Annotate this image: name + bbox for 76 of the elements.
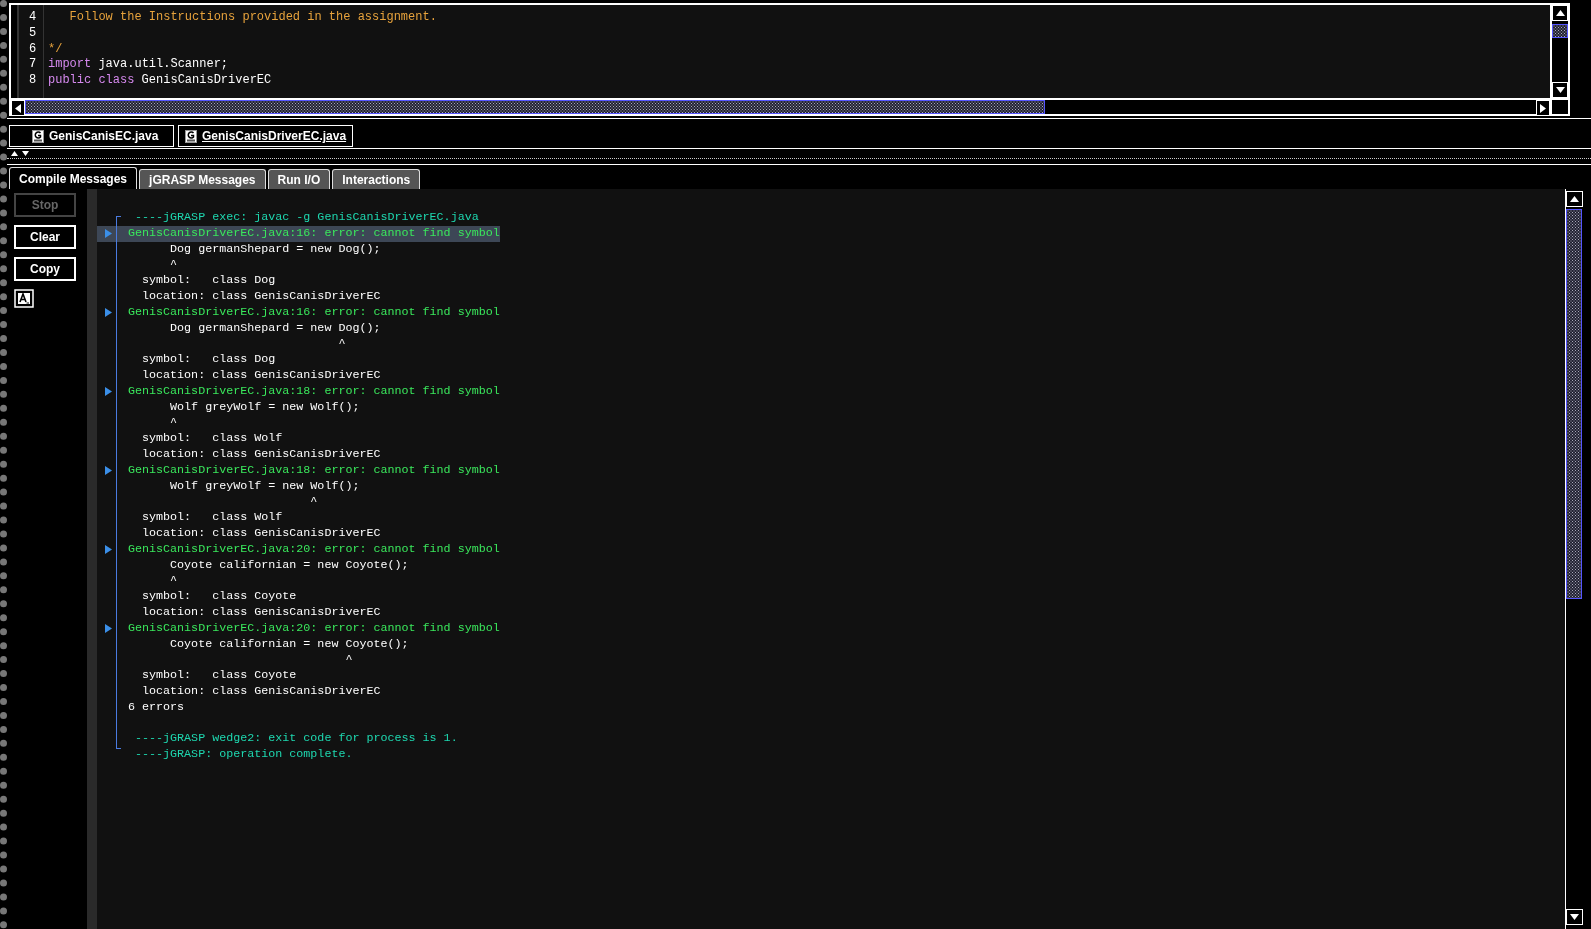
scroll-down-button[interactable] (1552, 82, 1568, 98)
error-message[interactable]: GenisCanisDriverEC.java:20: error: cannot find symbol (128, 541, 500, 558)
output-line: ^ (344, 652, 353, 669)
button[interactable]: Copy (14, 257, 76, 281)
output-line: location: class GenisCanisDriverEC (141, 367, 381, 384)
scrollbar-thumb[interactable] (25, 100, 1045, 114)
file-icon (185, 129, 197, 143)
line-number: 7 (29, 57, 38, 74)
tab[interactable]: jGRASP Messages (139, 169, 266, 189)
error-marker-icon[interactable] (105, 624, 112, 634)
output-line: symbol: class Dog (141, 352, 276, 368)
scroll-right-button[interactable] (1536, 100, 1550, 116)
output-line: Dog germanShepard = new Dog(); (169, 241, 381, 258)
output-line: Wolf greyWolf = new Wolf(); (169, 478, 360, 495)
output-line: symbol: class Dog (141, 273, 276, 289)
down-arrow-icon (1570, 914, 1579, 920)
error-message[interactable]: GenisCanisDriverEC.java:16: error: cannot find symbol (128, 304, 500, 321)
scrollbar-thumb[interactable] (1552, 24, 1568, 38)
output-line: symbol: class Wolf (141, 431, 283, 447)
output-line: location: class GenisCanisDriverEC (141, 289, 381, 305)
output-line: Wolf greyWolf = new Wolf(); (169, 399, 360, 416)
code-line: */ (48, 41, 64, 58)
font-icon[interactable] (14, 289, 34, 308)
error-marker-icon[interactable] (105, 545, 112, 555)
output-line: location: class GenisCanisDriverEC (141, 683, 381, 700)
error-marker-icon[interactable] (105, 308, 112, 318)
output-line: Dog germanShepard = new Dog(); (169, 320, 381, 337)
file-tab[interactable]: GenisCanisEC.java (9, 125, 174, 147)
output-line: location: class GenisCanisDriverEC (141, 525, 381, 542)
output-line: symbol: class Coyote (141, 589, 297, 605)
output-line: ^ (169, 573, 178, 590)
error-marker-icon[interactable] (105, 387, 112, 397)
line-number: 6 (29, 41, 38, 58)
error-marker-icon[interactable] (105, 229, 112, 239)
output-line: ^ (309, 494, 318, 511)
up-arrow-icon (1555, 10, 1565, 16)
output-line: ^ (337, 336, 346, 353)
error-message[interactable]: GenisCanisDriverEC.java:18: error: cannot find symbol (128, 383, 500, 400)
error-marker-icon[interactable] (105, 466, 112, 476)
output-line: 6 errors (128, 699, 185, 716)
left-arrow-icon (15, 103, 21, 113)
tab[interactable]: Compile Messages (9, 167, 138, 189)
output-line: Coyote californian = new Coyote(); (169, 557, 409, 574)
down-arrow-icon (1555, 87, 1565, 93)
scroll-up-button[interactable] (1566, 191, 1583, 207)
tab[interactable]: Run I/O (267, 169, 331, 189)
right-arrow-icon (1540, 103, 1546, 113)
error-message[interactable]: GenisCanisDriverEC.java:18: error: cannot find symbol (128, 462, 500, 479)
line-number: 8 (29, 73, 38, 89)
output-line: symbol: class Coyote (141, 668, 297, 684)
expand-up-icon[interactable] (11, 151, 18, 156)
output-line: ----jGRASP wedge2: exit code for process is 1. (134, 731, 458, 748)
code-line: Follow the Instructions provided in the assignment. (68, 10, 437, 26)
expand-down-icon[interactable] (22, 151, 29, 156)
output-line: symbol: class Wolf (141, 510, 283, 526)
line-number: 4 (29, 10, 38, 26)
file-icon (32, 129, 44, 143)
error-message[interactable]: GenisCanisDriverEC.java:20: error: cannot find symbol (128, 620, 500, 637)
tab[interactable]: Interactions (332, 169, 421, 189)
scrollbar-thumb[interactable] (1566, 209, 1582, 599)
code-line: import java.util.Scanner; (48, 57, 230, 74)
scroll-up-button[interactable] (1552, 5, 1568, 21)
up-arrow-icon (1570, 196, 1579, 202)
line-number: 5 (29, 25, 38, 42)
output-line: ^ (169, 257, 178, 274)
output-line: Coyote californian = new Coyote(); (169, 636, 409, 653)
output-line: location: class GenisCanisDriverEC (141, 446, 381, 463)
scroll-left-button[interactable] (11, 100, 25, 116)
output-line: ^ (169, 415, 178, 432)
output-line: ----jGRASP exec: javac -g GenisCanisDriverEC.java (134, 210, 479, 226)
output-line: ----jGRASP: operation complete. (134, 747, 353, 763)
file-tab[interactable]: GenisCanisDriverEC.java (178, 125, 354, 147)
code-line: public class GenisCanisDriverEC (48, 73, 273, 89)
button[interactable]: Clear (14, 225, 76, 249)
scroll-down-button[interactable] (1566, 909, 1583, 925)
output-line: location: class GenisCanisDriverEC (141, 604, 381, 621)
